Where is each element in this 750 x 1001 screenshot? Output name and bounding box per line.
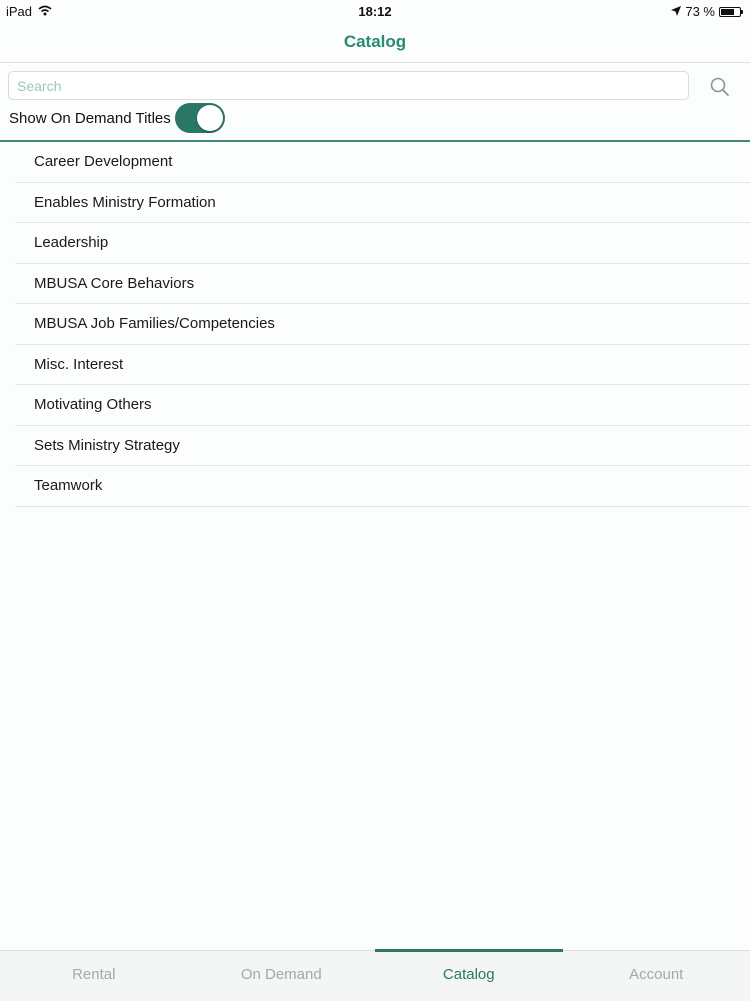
battery-fill	[721, 9, 734, 15]
status-bar: iPad 18:12 73 %	[0, 0, 750, 22]
list-item-label: Motivating Others	[34, 396, 152, 413]
search-icon[interactable]	[706, 74, 734, 100]
list-item-label: MBUSA Core Behaviors	[34, 275, 194, 292]
page-title: Catalog	[0, 32, 750, 52]
tab-catalog[interactable]: Catalog	[375, 951, 563, 1001]
list-item-label: Sets Ministry Strategy	[34, 437, 180, 454]
battery-icon	[719, 7, 741, 17]
tab-account[interactable]: Account	[563, 951, 750, 1001]
tab-label: Account	[563, 966, 750, 983]
list-item[interactable]: Motivating Others	[15, 385, 750, 426]
tab-rental[interactable]: Rental	[0, 951, 188, 1001]
list-item-label: Misc. Interest	[34, 356, 123, 373]
list-item-label: Career Development	[34, 153, 172, 170]
list-item[interactable]: MBUSA Core Behaviors	[15, 264, 750, 305]
list-item[interactable]: Misc. Interest	[15, 345, 750, 386]
location-arrow-icon	[671, 4, 681, 19]
status-time: 18:12	[0, 4, 750, 19]
toggle-knob	[197, 105, 223, 131]
list-item[interactable]: Career Development	[15, 142, 750, 183]
list-item[interactable]: Leadership	[15, 223, 750, 264]
list-item-label: MBUSA Job Families/Competencies	[34, 315, 275, 332]
list-item-label: Teamwork	[34, 477, 102, 494]
tab-label: On Demand	[188, 966, 376, 983]
search-input[interactable]	[8, 71, 689, 100]
tab-label: Catalog	[375, 966, 563, 983]
list-item[interactable]: Sets Ministry Strategy	[15, 426, 750, 467]
list-item[interactable]: Teamwork	[15, 466, 750, 507]
tab-label: Rental	[0, 966, 188, 983]
list-item-label: Leadership	[34, 234, 108, 251]
battery-percent: 73 %	[685, 4, 715, 19]
nav-bar: Catalog	[0, 22, 750, 63]
tab-on-demand[interactable]: On Demand	[188, 951, 376, 1001]
list-item[interactable]: Enables Ministry Formation	[15, 183, 750, 224]
tab-bar: RentalOn DemandCatalogAccount	[0, 950, 750, 1001]
list-item-label: Enables Ministry Formation	[34, 194, 216, 211]
toggle-label: Show On Demand Titles	[9, 110, 171, 127]
list-item[interactable]: MBUSA Job Families/Competencies	[15, 304, 750, 345]
category-list: Career Development Enables Ministry Forma…	[15, 142, 750, 507]
show-on-demand-toggle[interactable]	[175, 103, 225, 133]
status-right: 73 %	[671, 4, 744, 19]
